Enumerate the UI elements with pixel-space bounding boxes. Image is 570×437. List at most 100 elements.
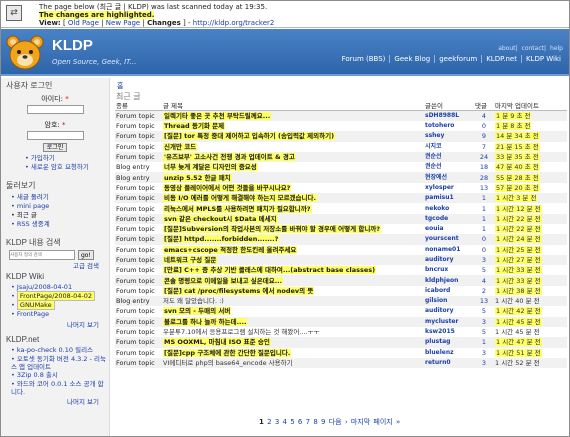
row-title-link[interactable]: 비동 I/O 에러를 어떻게 해결해야 하는지 모르겠습니다. bbox=[162, 193, 424, 204]
changes-link[interactable]: Changes bbox=[147, 19, 181, 27]
row-title-link[interactable]: 신개만 코드 bbox=[162, 142, 424, 152]
row-title-link[interactable]: '유즈보부' 고소사건 전쟁 경과 업데이트 & 경고 bbox=[162, 151, 424, 163]
col-type-header[interactable]: 종류 bbox=[115, 100, 162, 111]
net-link-4[interactable]: 와드와 코어 0.0.1 소스 공개 합니다. bbox=[11, 380, 109, 396]
row-author-link[interactable]: kldphjeon bbox=[424, 275, 474, 286]
row-author-link[interactable]: eouia bbox=[424, 224, 474, 234]
row-author-link[interactable]: auditory bbox=[424, 254, 474, 266]
row-author-link[interactable]: sDH8988L bbox=[424, 110, 474, 121]
advanced-search-link[interactable]: 고급 검색 bbox=[1, 260, 109, 270]
nav-kldp-wiki[interactable]: KLDP Wiki bbox=[520, 55, 565, 63]
row-author-link[interactable]: bncrux bbox=[424, 265, 474, 275]
row-author-link[interactable]: tgcode bbox=[424, 213, 474, 224]
row-title-link[interactable]: 너무 늦게 계달은 디자인의 중요성 bbox=[162, 162, 424, 172]
request-password-link[interactable]: 새로운 암호 요청하기 bbox=[25, 163, 109, 172]
site-title[interactable]: KLDP bbox=[52, 37, 93, 54]
row-title-link[interactable]: 일렉기타 좋은 곳 추천 부탁드릴께요... bbox=[162, 110, 424, 121]
contact-link[interactable]: contact bbox=[522, 45, 544, 52]
row-author-link[interactable]: auditory bbox=[424, 306, 474, 316]
row-author-link[interactable]: noname01 bbox=[424, 245, 474, 255]
old-page-link[interactable]: Old Page bbox=[68, 19, 99, 27]
browse-link-rss[interactable]: RSS 생중계 bbox=[11, 220, 109, 229]
nav-kldp-net[interactable]: KLDP.net bbox=[481, 55, 521, 63]
net-link-3[interactable]: 3Zip 0.8 출시 bbox=[11, 371, 109, 380]
new-page-link[interactable]: New Page bbox=[106, 19, 140, 27]
wiki-more-link[interactable]: 나머지 보기 bbox=[1, 319, 109, 329]
register-link[interactable]: 가입하기 bbox=[25, 154, 109, 163]
browse-link-mini[interactable]: mini page bbox=[11, 202, 109, 211]
pager-page-link[interactable]: 4 bbox=[283, 418, 287, 426]
col-author-header[interactable]: 글쓴이 bbox=[424, 100, 474, 111]
row-author-link[interactable]: gilsion bbox=[424, 296, 474, 307]
row-title-link[interactable]: [만료] C++ 중 추상 기반 클래스에 대하여...(abstract ba… bbox=[162, 265, 424, 275]
browse-link-new[interactable]: 새글 돌려기 bbox=[11, 193, 109, 202]
row-title-link[interactable]: svn 같은 checkout시 $Data 메세지 bbox=[162, 213, 424, 224]
row-author-link[interactable]: 현장에선 bbox=[424, 172, 474, 183]
row-author-link[interactable]: 권순선 bbox=[424, 151, 474, 163]
net-link-1[interactable]: ka-po-check 0.10 릴리스 bbox=[11, 346, 109, 355]
row-title-link[interactable]: MS OOXML, 마침내 ISO 표준 승인 bbox=[162, 337, 424, 348]
row-author-link[interactable]: 권순선 bbox=[424, 162, 474, 172]
col-replies-header[interactable]: 댓글 bbox=[474, 100, 494, 111]
pager-page-link[interactable]: 3 bbox=[275, 418, 279, 426]
row-author-link[interactable]: plustag bbox=[424, 337, 474, 348]
help-link[interactable]: help bbox=[550, 45, 563, 52]
pager-page-link[interactable]: 6 bbox=[298, 418, 302, 426]
row-title-link[interactable]: 리눅스에서 MPLS를 사용하려면 패치가 필요합니까? bbox=[162, 203, 424, 213]
row-title-link[interactable]: VI메디터로 php의 base64_encode 사용하기 bbox=[162, 357, 424, 369]
row-author-link[interactable]: sshey bbox=[424, 131, 474, 142]
search-go-button[interactable]: go! bbox=[78, 250, 94, 260]
bear-logo-icon[interactable] bbox=[5, 34, 45, 72]
nav-forum[interactable]: Forum (BBS) bbox=[338, 55, 390, 63]
net-link-2[interactable]: 오토셋 동기화 버전 4.3.2 - 리눅스 앱 업데이트 bbox=[11, 355, 109, 371]
row-title-link[interactable]: Thread 동기화 문제 bbox=[162, 121, 424, 131]
row-author-link[interactable]: mycluster bbox=[424, 316, 474, 327]
about-link[interactable]: about bbox=[498, 45, 515, 52]
row-title-link[interactable]: 콘솔 명령으로 이메일을 보내고 싶은데요... bbox=[162, 275, 424, 286]
row-title-link[interactable]: 블로그를 하나 늘까 하는데.... bbox=[162, 316, 424, 327]
row-title-link[interactable]: 동영상 플레이어에서 어떤 것들을 바꾸시나요? bbox=[162, 183, 424, 193]
row-title-link[interactable]: svn 모의 - 두매의 서버 bbox=[162, 306, 424, 316]
login-button[interactable]: 로그인 bbox=[42, 143, 68, 152]
row-author-link[interactable]: totohero bbox=[424, 121, 474, 131]
row-title-link[interactable]: [질문] httpd.......forbidden.......? bbox=[162, 234, 424, 245]
row-title-link[interactable]: [질문]Subversion의 작업사본의 저장소를 바꿔야 할 경우에 어떻게… bbox=[162, 224, 424, 234]
pager-last-link[interactable]: 마지막 페이지 » bbox=[351, 418, 400, 426]
pager-page-link[interactable]: 7 bbox=[306, 418, 310, 426]
row-title-link[interactable]: [질문] tor 특정 중대 제어하고 입속하기 (송입력값 제외하기) bbox=[162, 131, 424, 142]
net-more-link[interactable]: 나머지 보기 bbox=[1, 396, 109, 406]
row-author-link[interactable]: xylosper bbox=[424, 183, 474, 193]
row-author-link[interactable]: 시지코 bbox=[424, 142, 474, 152]
row-author-link[interactable]: icabord bbox=[424, 286, 474, 296]
page-url-link[interactable]: http://kldp.org/tracker2 bbox=[193, 19, 275, 27]
pager-page-link[interactable]: 2 bbox=[267, 418, 271, 426]
search-input[interactable] bbox=[9, 250, 75, 260]
pager-page-link[interactable]: 9 bbox=[321, 418, 325, 426]
pager-page-link[interactable]: 8 bbox=[313, 418, 317, 426]
row-title-link[interactable]: [질문] cat /proc/filesystems 에서 nodev의 뜻 bbox=[162, 286, 424, 296]
password-input[interactable] bbox=[26, 131, 84, 140]
row-title-link[interactable]: 네트워크 구성 질문 bbox=[162, 254, 424, 266]
row-author-link[interactable]: pamisu1 bbox=[424, 193, 474, 204]
row-author-link[interactable]: return0 bbox=[424, 357, 474, 369]
row-author-link[interactable]: yourscent bbox=[424, 234, 474, 245]
row-author-link[interactable]: bluelenz bbox=[424, 348, 474, 358]
row-title-link[interactable]: [질문]cpp 구조체에 관한 간단한 질문입니다. bbox=[162, 348, 424, 358]
wiki-link-4[interactable]: FrontPage bbox=[11, 310, 109, 319]
row-title-link[interactable]: 저도 왜 달았습니다. :) bbox=[162, 296, 424, 307]
wiki-link-3[interactable]: GNUMake bbox=[11, 300, 109, 310]
row-author-link[interactable]: ksw2015 bbox=[424, 327, 474, 337]
breadcrumb[interactable]: 홈 bbox=[117, 81, 123, 91]
nav-geekforum[interactable]: geekforum bbox=[434, 55, 481, 63]
pager-next-link[interactable]: 다음 › bbox=[329, 418, 348, 426]
row-title-link[interactable]: unzip 5.52 한글 패치 bbox=[162, 172, 424, 183]
pager-page-link[interactable]: 5 bbox=[290, 418, 294, 426]
row-title-link[interactable]: emacs+cscope 적정한 한도킨레 올려주세요 bbox=[162, 245, 424, 255]
username-input[interactable] bbox=[26, 105, 84, 114]
row-author-link[interactable]: nekoko bbox=[424, 203, 474, 213]
row-title-link[interactable]: 우분투7.10에서 응용프로그램 설치하는 것 해봤어....ㅜㅜ bbox=[162, 327, 424, 337]
col-title-header[interactable]: 글 제목 bbox=[162, 100, 424, 111]
col-updated-header[interactable]: 마지막 업데이트 bbox=[494, 100, 567, 111]
nav-geek-blog[interactable]: Geek Blog bbox=[389, 55, 434, 63]
browse-link-recent[interactable]: 최근 글 bbox=[11, 211, 109, 220]
